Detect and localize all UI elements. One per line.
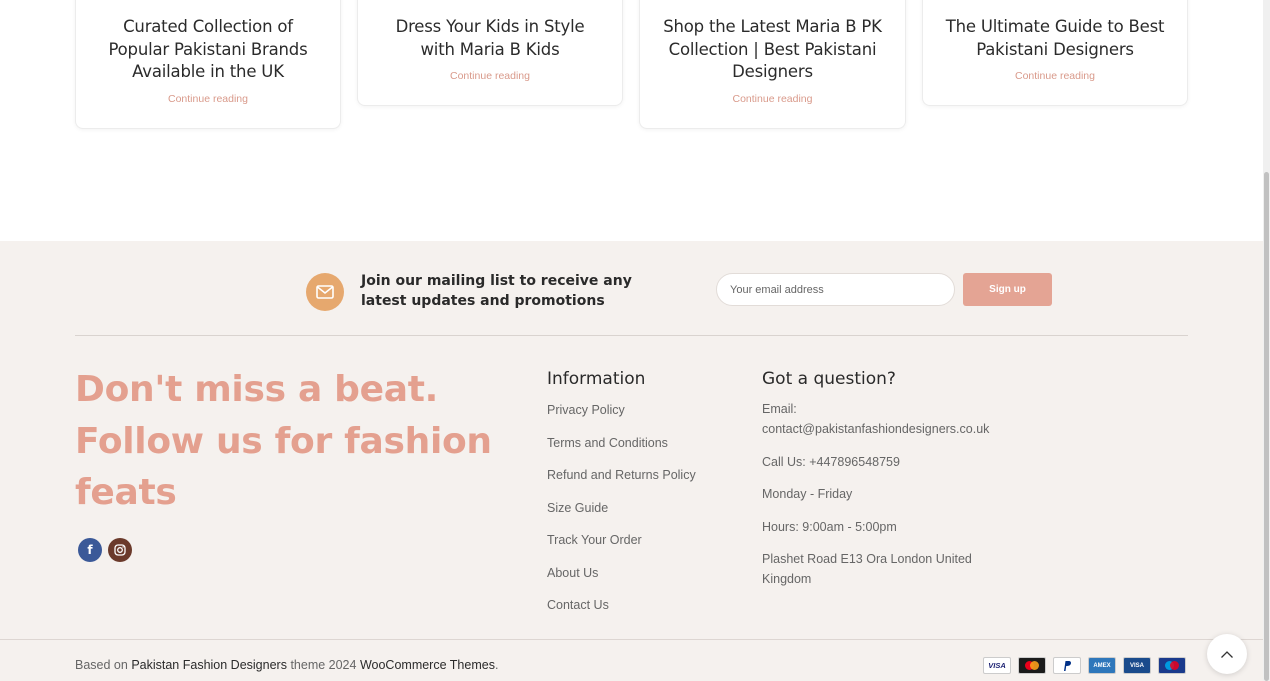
footer-link-privacy-policy[interactable]: Privacy Policy xyxy=(547,403,625,417)
site-link[interactable]: Pakistan Fashion Designers xyxy=(131,658,287,672)
facebook-icon[interactable]: f xyxy=(78,538,102,562)
maestro-icon xyxy=(1158,657,1186,674)
post-card[interactable]: Dress Your Kids in Style with Maria B Ki… xyxy=(357,0,623,106)
post-title[interactable]: Shop the Latest Maria B PK Collection | … xyxy=(658,16,887,84)
instagram-icon[interactable] xyxy=(108,538,132,562)
sign-up-button[interactable]: Sign up xyxy=(963,273,1052,306)
facebook-glyph: f xyxy=(87,543,93,557)
contact-email[interactable]: Email: contact@pakistanfashiondesigners.… xyxy=(762,399,1002,439)
paypal-icon xyxy=(1053,657,1081,674)
related-posts: Curated Collection of Popular Pakistani … xyxy=(0,0,1263,241)
post-card[interactable]: Shop the Latest Maria B PK Collection | … xyxy=(639,0,906,129)
continue-reading-link[interactable]: Continue reading xyxy=(376,70,604,82)
copyright-middle: theme 2024 xyxy=(290,658,357,672)
divider xyxy=(75,335,1188,336)
scrollbar-thumb[interactable] xyxy=(1264,172,1269,681)
post-card[interactable]: The Ultimate Guide to Best Pakistani Des… xyxy=(922,0,1188,106)
copyright-suffix: . xyxy=(494,658,499,672)
chevron-up-icon xyxy=(1221,650,1233,658)
mastercard-icon xyxy=(1018,657,1046,674)
continue-reading-link[interactable]: Continue reading xyxy=(658,93,887,105)
footer-link-size-guide[interactable]: Size Guide xyxy=(547,501,608,515)
post-card[interactable]: Curated Collection of Popular Pakistani … xyxy=(75,0,341,129)
post-title[interactable]: Dress Your Kids in Style with Maria B Ki… xyxy=(376,16,604,61)
envelope-icon xyxy=(306,273,344,311)
contact-column: Got a question? Email: contact@pakistanf… xyxy=(762,369,1002,602)
email-field[interactable] xyxy=(716,273,955,306)
divider xyxy=(0,639,1263,640)
contact-title: Got a question? xyxy=(762,369,896,389)
scroll-to-top-button[interactable] xyxy=(1207,634,1247,674)
continue-reading-link[interactable]: Continue reading xyxy=(94,93,322,105)
site-footer: Join our mailing list to receive any lat… xyxy=(0,241,1263,681)
contact-phone[interactable]: Call Us: +447896548759 xyxy=(762,452,1002,472)
information-title: Information xyxy=(547,369,646,389)
contact-address: Plashet Road E13 Ora London United Kingd… xyxy=(762,552,972,586)
payment-methods: VISA AMEX VISA xyxy=(983,657,1186,674)
footer-tagline: Don't miss a beat. Follow us for fashion… xyxy=(75,369,492,513)
footer-link-track-order[interactable]: Track Your Order xyxy=(547,533,642,547)
information-column: Information Privacy Policy Terms and Con… xyxy=(547,369,737,627)
footer-link-about-us[interactable]: About Us xyxy=(547,566,598,580)
footer-link-contact-us[interactable]: Contact Us xyxy=(547,598,609,612)
visa-electron-label: VISA xyxy=(1129,662,1144,669)
theme-link[interactable]: WooCommerce Themes xyxy=(360,658,495,672)
contact-hours: Hours: 9:00am - 5:00pm xyxy=(762,519,897,534)
copyright: Based on Pakistan Fashion Designers them… xyxy=(75,658,498,672)
amex-label: AMEX xyxy=(1093,662,1111,669)
scrollbar[interactable] xyxy=(1263,0,1270,681)
visa-electron-icon: VISA xyxy=(1123,657,1151,674)
visa-icon: VISA xyxy=(983,657,1011,674)
footer-link-terms[interactable]: Terms and Conditions xyxy=(547,436,668,450)
post-title[interactable]: The Ultimate Guide to Best Pakistani Des… xyxy=(941,16,1169,61)
contact-days: Monday - Friday xyxy=(762,487,853,501)
continue-reading-link[interactable]: Continue reading xyxy=(941,70,1169,82)
amex-icon: AMEX xyxy=(1088,657,1116,674)
social-links: f xyxy=(78,538,132,562)
copyright-prefix: Based on xyxy=(75,658,128,672)
visa-label: VISA xyxy=(988,661,1006,670)
footer-link-refund-policy[interactable]: Refund and Returns Policy xyxy=(547,468,696,482)
post-title[interactable]: Curated Collection of Popular Pakistani … xyxy=(94,16,322,84)
newsletter-text: Join our mailing list to receive any lat… xyxy=(361,273,632,309)
